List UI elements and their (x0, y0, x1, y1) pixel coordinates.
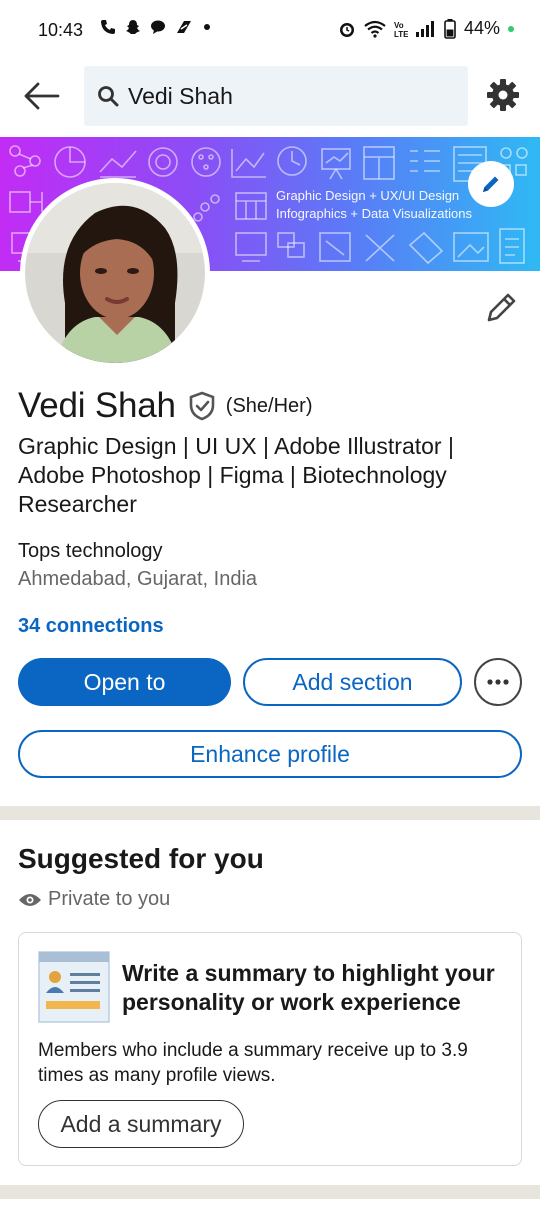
open-to-button[interactable]: Open to (18, 658, 231, 706)
privacy-note: Private to you (18, 888, 170, 911)
volte-icon: VoLTE (394, 21, 408, 38)
more-horizontal-icon (487, 679, 509, 685)
system-status-icons: Vo LTE 44% (338, 18, 514, 39)
chat-bubble-icon (151, 20, 165, 34)
more-notifications-dot-icon (204, 24, 210, 30)
section-divider (0, 1185, 540, 1199)
svg-text:LTE: LTE (394, 30, 408, 38)
pencil-icon (483, 176, 499, 192)
search-query-text: Vedi Shah (128, 82, 233, 109)
gear-icon (487, 79, 519, 111)
pronouns: (She/Her) (225, 394, 313, 417)
profile-location: Ahmedabad, Gujarat, India (18, 568, 258, 590)
banner-tagline: Graphic Design + UX/UI Design Infographi… (276, 187, 472, 223)
profile-photo-image (25, 183, 205, 363)
arrow-left-icon (24, 82, 60, 110)
edit-intro-button[interactable] (484, 290, 520, 326)
alarm-icon (339, 22, 354, 37)
current-company: Tops technology (18, 540, 163, 562)
section-divider (0, 806, 540, 820)
eye-icon (19, 893, 41, 906)
status-time: 10:43 (38, 20, 84, 40)
svg-text:Vo: Vo (394, 21, 404, 30)
suggestion-title: Write a summary to highlight your person… (122, 960, 495, 1015)
phone-call-icon (101, 20, 115, 34)
top-bar: Vedi Shah (0, 62, 540, 130)
profile-name: Vedi Shah (18, 386, 176, 425)
privacy-indicator-dot-icon (508, 25, 514, 32)
battery-percentage: 44% (463, 18, 500, 38)
search-input[interactable]: Vedi Shah (84, 66, 468, 126)
connections-link[interactable]: 34 connections (18, 615, 164, 638)
profile-photo[interactable] (20, 178, 210, 368)
wifi-icon (364, 20, 386, 38)
more-actions-button[interactable] (474, 658, 522, 706)
suggested-section-title: Suggested for you (18, 843, 264, 874)
search-icon (98, 86, 119, 107)
snapchat-icon (126, 20, 140, 34)
verified-shield-icon[interactable] (188, 391, 216, 421)
pencil-icon (487, 293, 516, 322)
suggestion-card: Write a summary to highlight your person… (18, 932, 522, 1166)
profile-name-row: Vedi Shah (She/Her) (18, 386, 313, 426)
back-button[interactable] (22, 78, 62, 114)
profile-summary-illustration-icon (38, 951, 110, 1023)
status-bar: 10:43 Vo LTE 44% (0, 0, 540, 62)
notification-icons (100, 19, 210, 35)
banner-line-2: Infographics + Data Visualizations (276, 206, 472, 221)
battery-icon (444, 18, 456, 39)
privacy-text: Private to you (48, 888, 171, 910)
signal-strength-icon (415, 20, 434, 37)
suggestion-description: Members who include a summary receive up… (38, 1040, 468, 1086)
add-section-button[interactable]: Add section (243, 658, 462, 706)
add-summary-button[interactable]: Add a summary (38, 1100, 244, 1148)
edit-banner-button[interactable] (468, 161, 514, 207)
avatar (25, 183, 205, 363)
app-notification-icon (177, 21, 191, 33)
banner-line-1: Graphic Design + UX/UI Design (276, 188, 460, 203)
settings-button[interactable] (486, 78, 520, 112)
profile-headline: Graphic Design | UI UX | Adobe Illustrat… (18, 433, 454, 517)
enhance-profile-button[interactable]: Enhance profile (18, 730, 522, 778)
